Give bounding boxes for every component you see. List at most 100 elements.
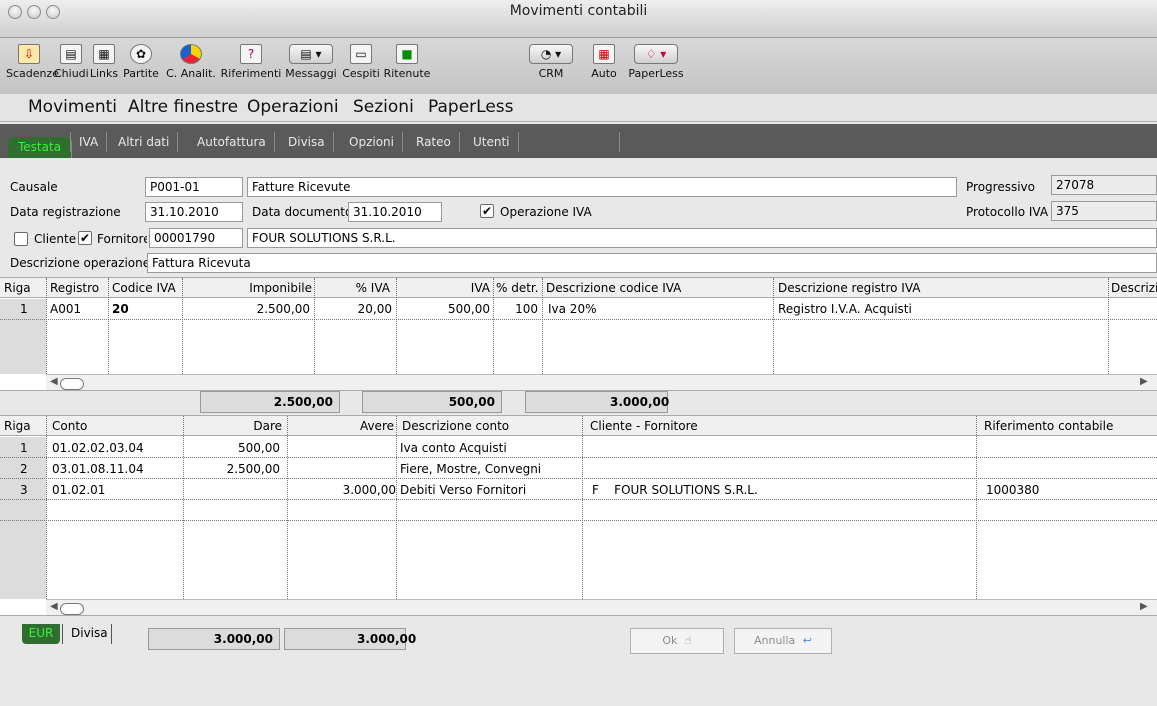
data-documento-field[interactable]: 31.10.2010 [348,202,442,222]
menu-operazioni[interactable]: Operazioni [247,97,339,117]
grid-divider [542,278,543,374]
toolbar-links-button[interactable]: ▦ Links [89,44,119,80]
toolbar-label: PaperLess [628,67,684,80]
scroll-left-icon[interactable]: ◀ [50,601,58,612]
iva-grid-scrollbar[interactable]: ◀ ▶ [46,374,1157,390]
ok-button[interactable]: Ok ☝ [630,628,724,654]
tab-utenti[interactable]: Utenti [465,132,519,152]
menu-paperless[interactable]: PaperLess [428,97,514,117]
toolbar-crm-button[interactable]: ◔ ▾ CRM [526,44,576,80]
iva-row-codice: 20 [112,302,129,316]
conti-row-conto: 03.01.08.11.04 [52,462,144,476]
iva-col-registro: Registro [50,278,105,298]
conti-row-riga: 3 [20,483,28,497]
operazione-iva-checkbox[interactable]: ✔ [480,204,494,218]
conti-col-riferimento: Riferimento contabile [984,416,1154,436]
scroll-knob[interactable] [60,603,84,615]
scroll-right-icon[interactable]: ▶ [1140,601,1148,612]
toolbar-partite-button[interactable]: ✿ Partite [120,44,162,80]
close-doc-icon: ▤ [60,44,82,64]
toolbar-label: Partite [123,67,159,80]
conti-row-descrizione: Iva conto Acquisti [400,441,507,455]
grid-divider [493,278,494,374]
grid-divider [182,278,183,374]
descrizione-operazione-field[interactable]: Fattura Ricevuta [147,253,1157,273]
conti-row-descrizione: Debiti Verso Fornitori [400,483,527,497]
conti-grid-scrollbar[interactable]: ◀ ▶ [46,599,1157,615]
crm-icon: ◔ ▾ [529,44,573,64]
items-icon: ✿ [130,44,152,64]
conti-row-conto: 01.02.01 [52,483,106,497]
window: Movimenti contabili ⇩ Scadenze ▤ Chiudi … [0,0,1157,706]
iva-col-descrizione-codice: Descrizione codice IVA [546,278,768,298]
total-documento: 3.000,00 [525,391,669,413]
annulla-label: Annulla [753,634,796,647]
progressivo-field: 27078 [1051,175,1157,195]
menu-sezioni[interactable]: Sezioni [353,97,414,117]
cliente-checkbox[interactable] [14,232,28,246]
conti-row-riferimento: 1000380 [986,483,1040,497]
grid-divider [46,278,47,374]
paperless-icon: ♢ ▾ [634,44,678,64]
grid-divider [396,416,397,599]
causale-code-field[interactable]: P001-01 [145,177,243,197]
due-dates-icon: ⇩ [18,44,40,64]
tab-divisa-bottom[interactable]: Divisa [62,624,112,644]
conti-col-riga: Riga [4,416,44,436]
conti-row-descrizione: Fiere, Mostre, Convegni [400,462,542,476]
toolbar-ritenute-button[interactable]: ■ Ritenute [383,44,431,80]
toolbar-chiudi-button[interactable]: ▤ Chiudi [54,44,89,80]
grid-divider [0,478,1157,479]
toolbar-scadenze-button[interactable]: ⇩ Scadenze [6,44,59,80]
fornitore-name-field[interactable]: FOUR SOLUTIONS S.R.L. [247,228,1157,248]
tab-rateo[interactable]: Rateo [408,132,460,152]
withholding-icon: ■ [396,44,418,64]
toolbar-messaggi-button[interactable]: ▤ ▾ Messaggi [283,44,339,80]
tab-testata[interactable]: Testata [8,137,73,158]
fornitore-checkbox[interactable]: ✔ [78,231,92,245]
toolbar-analitica-button[interactable]: C. Analit. [163,44,219,80]
pie-chart-icon [180,44,202,64]
iva-row-imponibile: 2.500,00 [256,302,310,316]
tab-divisa[interactable]: Divisa [280,132,334,152]
scroll-knob[interactable] [60,378,84,390]
data-registrazione-field[interactable]: 31.10.2010 [145,202,243,222]
iva-col-iva: IVA [398,278,490,298]
toolbar-label: Messaggi [285,67,337,80]
scroll-left-icon[interactable]: ◀ [50,376,58,387]
tab-spacer [530,132,620,152]
toolbar-label: Ritenute [383,67,431,80]
iva-col-imponibile: Imponibile [186,278,312,298]
conti-col-conto: Conto [52,416,172,436]
toolbar: ⇩ Scadenze ▤ Chiudi ▦ Links ✿ Partite C.… [0,38,1157,94]
grid-divider [287,416,288,599]
causale-description-field[interactable]: Fatture Ricevute [247,177,957,197]
iva-row-riga: 1 [20,302,28,316]
scroll-right-icon[interactable]: ▶ [1140,376,1148,387]
iva-col-detr: % detr. [496,278,540,298]
conti-row-cliente-fornitore: F FOUR SOLUTIONS S.R.L. [592,483,758,497]
toolbar-paperless-button[interactable]: ♢ ▾ PaperLess [628,44,684,80]
tab-iva[interactable]: IVA [70,132,108,152]
annulla-button[interactable]: Annulla ↩ [734,628,832,654]
assets-icon: ▭ [350,44,372,64]
menu-altre-finestre[interactable]: Altre finestre [128,97,238,117]
fornitore-code-field[interactable]: 00001790 [149,228,243,248]
toolbar-auto-button[interactable]: ▦ Auto [586,44,622,80]
menu-movimenti[interactable]: Movimenti [28,97,117,117]
data-registrazione-label: Data registrazione [10,205,121,219]
iva-col-perc-iva: % IVA [318,278,390,298]
conti-row-riga: 2 [20,462,28,476]
toolbar-cespiti-button[interactable]: ▭ Cespiti [340,44,382,80]
tab-altri-dati[interactable]: Altri dati [110,132,179,152]
tab-opzioni[interactable]: Opzioni [341,132,403,152]
grid-divider [314,278,315,374]
data-documento-label: Data documento [252,205,353,219]
toolbar-label: Riferimenti [220,67,282,80]
tab-autofattura[interactable]: Autofattura [189,132,275,152]
total-avere: 3.000,00 [284,628,416,650]
descrizione-operazione-label: Descrizione operazione [10,256,151,270]
toolbar-riferimenti-button[interactable]: ? Riferimenti [220,44,282,80]
grid-divider [0,319,1157,320]
tab-eur[interactable]: EUR [22,624,60,644]
